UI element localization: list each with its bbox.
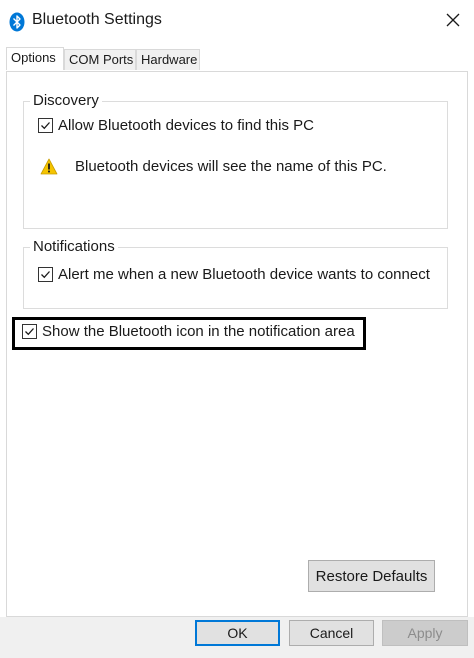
- show-icon-checkbox[interactable]: [22, 324, 37, 339]
- discovery-warning: Bluetooth devices will see the name of t…: [40, 158, 387, 175]
- check-icon: [41, 271, 50, 279]
- tab-options[interactable]: Options: [6, 47, 64, 70]
- ok-button[interactable]: OK: [195, 620, 280, 646]
- show-icon-label: Show the Bluetooth icon in the notificat…: [42, 323, 355, 340]
- tab-com-ports[interactable]: COM Ports: [64, 49, 136, 70]
- bluetooth-settings-dialog: Bluetooth Settings Options COM Ports Har…: [0, 0, 474, 658]
- close-button[interactable]: [440, 9, 466, 35]
- alert-checkbox[interactable]: [38, 267, 53, 282]
- tab-hardware[interactable]: Hardware: [136, 49, 200, 70]
- title-bar: Bluetooth Settings: [0, 0, 474, 42]
- restore-defaults-button[interactable]: Restore Defaults: [308, 560, 435, 592]
- discovery-legend: Discovery: [30, 92, 102, 110]
- check-icon: [41, 122, 50, 130]
- show-icon-checkbox-row[interactable]: Show the Bluetooth icon in the notificat…: [22, 323, 355, 340]
- allow-find-checkbox[interactable]: [38, 118, 53, 133]
- allow-find-checkbox-row[interactable]: Allow Bluetooth devices to find this PC: [38, 117, 314, 134]
- warning-text: Bluetooth devices will see the name of t…: [75, 158, 387, 175]
- check-icon: [25, 328, 34, 336]
- cancel-button[interactable]: Cancel: [289, 620, 374, 646]
- close-icon: [446, 13, 460, 31]
- notifications-legend: Notifications: [30, 238, 118, 256]
- allow-find-label: Allow Bluetooth devices to find this PC: [58, 117, 314, 134]
- apply-button[interactable]: Apply: [382, 620, 468, 646]
- warning-icon: [40, 158, 58, 175]
- window-title: Bluetooth Settings: [32, 11, 162, 28]
- alert-label: Alert me when a new Bluetooth device wan…: [58, 266, 430, 283]
- alert-checkbox-row[interactable]: Alert me when a new Bluetooth device wan…: [38, 266, 430, 283]
- bluetooth-icon: [9, 12, 25, 32]
